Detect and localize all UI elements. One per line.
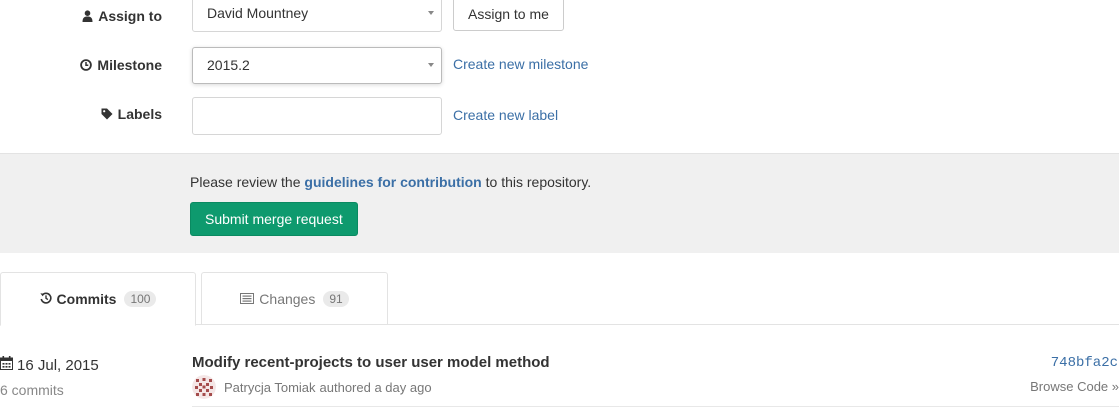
review-text-before: Please review the xyxy=(190,174,305,190)
assignee-row: Assign to David Mountney Assign to me xyxy=(0,0,1119,35)
commit-day-date: 16 Jul, 2015 xyxy=(17,356,99,374)
changes-count-badge: 91 xyxy=(323,290,349,307)
labels-label-text: Labels xyxy=(117,106,162,122)
commit-row-divider xyxy=(192,406,1119,407)
history-icon xyxy=(39,291,52,307)
commit-sha-link[interactable]: 748bfa2c xyxy=(1051,355,1118,371)
submit-merge-request-button[interactable]: Submit merge request xyxy=(190,202,358,236)
milestone-select-value: 2015.2 xyxy=(207,57,250,73)
browse-code-link[interactable]: Browse Code » xyxy=(1030,379,1119,394)
chevron-down-icon xyxy=(428,11,434,15)
avatar[interactable] xyxy=(192,375,216,399)
create-milestone-link[interactable]: Create new milestone xyxy=(453,56,588,72)
commit-title[interactable]: Modify recent-projects to user user mode… xyxy=(192,354,550,371)
tag-icon xyxy=(101,108,113,120)
labels-input[interactable] xyxy=(192,97,442,135)
assign-to-me-button[interactable]: Assign to me xyxy=(453,0,564,31)
milestone-label: Milestone xyxy=(80,46,162,84)
create-label-link[interactable]: Create new label xyxy=(453,107,558,123)
review-notice: Please review the guidelines for contrib… xyxy=(190,174,591,190)
list-icon xyxy=(240,291,255,307)
tab-commits[interactable]: Commits 100 xyxy=(0,272,196,326)
labels-label: Labels xyxy=(101,95,162,133)
assignee-select[interactable]: David Mountney xyxy=(192,0,442,32)
commit-day-header: 16 Jul, 2015 xyxy=(0,356,99,374)
milestone-select[interactable]: 2015.2 xyxy=(192,47,442,84)
commit-meta: Patrycja Tomiak authored a day ago xyxy=(192,375,432,399)
commits-count-badge: 100 xyxy=(124,291,157,307)
assignee-label-text: Assign to xyxy=(98,8,162,24)
commit-author[interactable]: Patrycja Tomiak xyxy=(224,380,316,395)
commit-day-count: 6 commits xyxy=(0,382,64,398)
clock-icon xyxy=(80,59,93,71)
assignee-select-value: David Mountney xyxy=(207,5,309,21)
assignee-label: Assign to xyxy=(82,0,162,35)
chevron-down-icon xyxy=(428,63,434,67)
review-panel: Please review the guidelines for contrib… xyxy=(0,153,1119,253)
labels-row: Labels Create new label xyxy=(0,95,1119,135)
commit-authored-time: authored a day ago xyxy=(319,379,432,395)
tab-commits-label: Commits xyxy=(56,291,117,307)
user-icon xyxy=(82,10,93,22)
tab-changes[interactable]: Changes 91 xyxy=(201,272,388,325)
milestone-label-text: Milestone xyxy=(97,57,162,73)
tab-changes-label: Changes xyxy=(259,290,316,307)
calendar-icon xyxy=(0,356,13,374)
milestone-row: Milestone 2015.2 Create new milestone xyxy=(0,46,1119,84)
mr-tabs: Commits 100 Changes 91 xyxy=(0,272,1119,326)
contribution-guidelines-link[interactable]: guidelines for contribution xyxy=(304,174,481,190)
review-text-after: to this repository. xyxy=(481,174,592,190)
